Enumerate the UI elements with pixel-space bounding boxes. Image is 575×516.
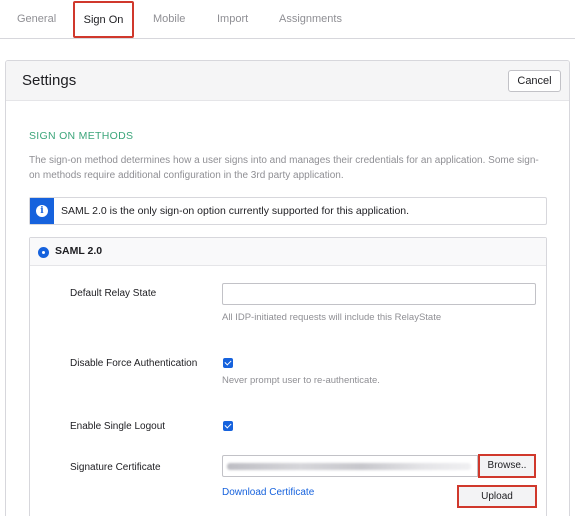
saml-label: SAML 2.0: [55, 245, 103, 257]
cancel-button[interactable]: Cancel: [508, 70, 561, 92]
tab-general[interactable]: General: [17, 0, 56, 38]
info-banner: i SAML 2.0 is the only sign-on option cu…: [29, 197, 547, 225]
sign-on-methods-heading: SIGN ON METHODS: [29, 130, 134, 142]
saml-header: SAML 2.0: [30, 238, 546, 266]
relay-state-help: All IDP-initiated requests will include …: [222, 312, 442, 323]
tab-import[interactable]: Import: [217, 0, 248, 38]
info-banner-text: SAML 2.0 is the only sign-on option curr…: [61, 205, 410, 217]
info-icon-container: i: [30, 198, 54, 224]
signature-certificate-label: Signature Certificate: [70, 462, 161, 473]
signature-certificate-field[interactable]: [222, 455, 478, 477]
settings-header: Settings Cancel: [6, 61, 569, 101]
relay-state-label: Default Relay State: [70, 288, 157, 299]
tab-mobile[interactable]: Mobile: [153, 0, 185, 38]
relay-state-input[interactable]: [222, 283, 536, 305]
disable-force-auth-checkbox[interactable]: [223, 358, 233, 368]
tab-bar: General Sign On Mobile Import Assignment…: [0, 0, 575, 39]
info-icon: i: [36, 205, 48, 217]
settings-title: Settings: [22, 72, 77, 89]
settings-panel: Settings Cancel SIGN ON METHODS The sign…: [5, 60, 570, 516]
redacted-certificate-path: [227, 463, 471, 470]
disable-force-auth-label: Disable Force Authentication: [70, 358, 198, 369]
saml-method-box: SAML 2.0 Default Relay State All IDP-ini…: [29, 237, 547, 516]
single-logout-label: Enable Single Logout: [70, 421, 166, 432]
disable-force-auth-help: Never prompt user to re-authenticate.: [222, 375, 380, 386]
saml-radio[interactable]: [38, 247, 49, 258]
download-certificate-link[interactable]: Download Certificate: [222, 487, 314, 498]
tab-assignments[interactable]: Assignments: [279, 0, 342, 38]
tab-sign-on[interactable]: Sign On: [73, 1, 134, 38]
sign-on-methods-description: The sign-on method determines how a user…: [29, 155, 539, 181]
browse-button[interactable]: Browse..: [478, 454, 536, 478]
single-logout-checkbox[interactable]: [223, 421, 233, 431]
upload-button[interactable]: Upload: [457, 485, 537, 508]
